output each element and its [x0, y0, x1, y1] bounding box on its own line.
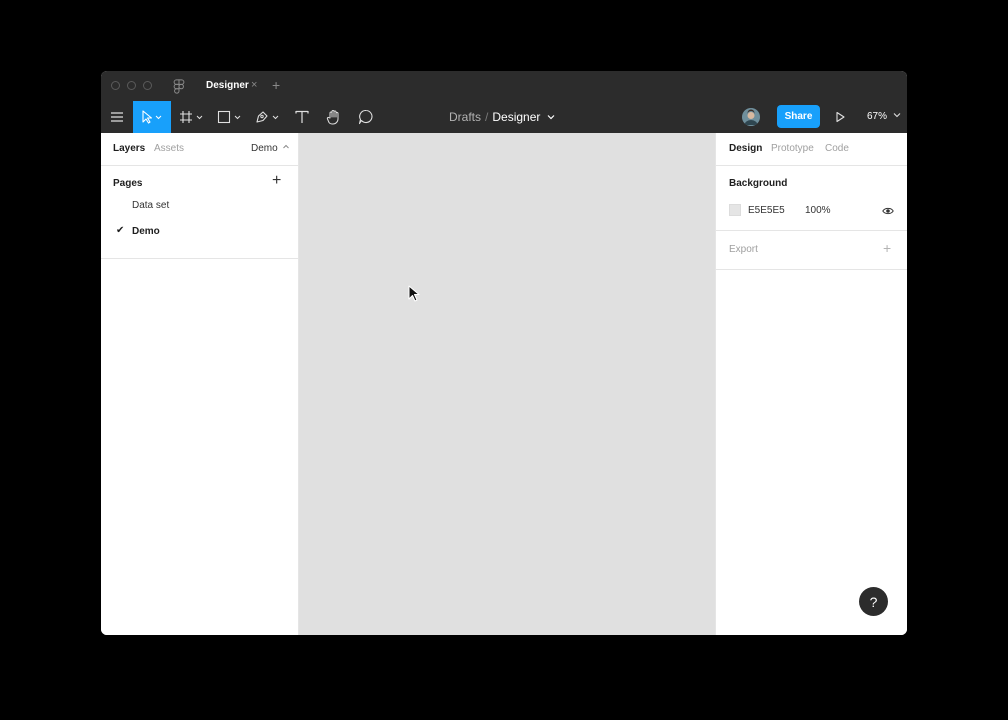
main-menu-button[interactable]: [101, 101, 133, 133]
breadcrumb-team[interactable]: Drafts: [449, 110, 481, 124]
move-tool-button[interactable]: [133, 101, 171, 133]
background-title: Background: [729, 178, 788, 189]
maximize-window-button[interactable]: [143, 81, 152, 90]
zoom-dropdown[interactable]: 67%: [867, 111, 901, 122]
export-title: Export: [729, 244, 758, 255]
minimize-window-button[interactable]: [127, 81, 136, 90]
hand-icon: [326, 110, 339, 125]
export-section: Export +: [716, 231, 907, 270]
page-item-data-set[interactable]: Data set: [101, 196, 298, 218]
checkmark-icon: ✔: [116, 225, 125, 236]
help-button[interactable]: ?: [859, 587, 888, 616]
tab-close-icon[interactable]: ×: [251, 79, 257, 91]
avatar[interactable]: [742, 108, 760, 126]
page-item-demo[interactable]: ✔ Demo: [101, 222, 298, 244]
hamburger-icon: [111, 112, 123, 122]
figma-logo-icon[interactable]: [173, 79, 185, 95]
title-bar: Designer × +: [101, 71, 907, 102]
chevron-down-icon[interactable]: [547, 113, 555, 121]
pages-title: Pages: [113, 178, 143, 189]
tab-code[interactable]: Code: [825, 143, 849, 154]
tab-designer[interactable]: Designer ×: [193, 71, 267, 101]
close-window-button[interactable]: [111, 81, 120, 90]
frame-icon: [180, 111, 203, 123]
pen-tool-button[interactable]: [253, 101, 283, 133]
add-export-icon[interactable]: +: [883, 240, 891, 256]
chevron-down-icon: [893, 113, 901, 118]
background-hex-input[interactable]: E5E5E5: [748, 205, 785, 216]
user-avatar-icon: [742, 108, 760, 126]
figma-window: Designer × + Drafts / Designer Share 67%…: [101, 71, 907, 635]
eye-icon[interactable]: [882, 206, 894, 216]
background-opacity-input[interactable]: 100%: [805, 205, 831, 216]
background-color-swatch[interactable]: [729, 204, 741, 216]
comment-tool-button[interactable]: [355, 101, 377, 133]
breadcrumb-separator: /: [485, 110, 489, 124]
current-page-label: Demo: [251, 143, 278, 154]
pen-icon: [256, 111, 279, 123]
new-tab-icon[interactable]: +: [272, 77, 280, 93]
page-item-label: Data set: [132, 200, 170, 211]
breadcrumb: Drafts / Designer: [449, 110, 555, 124]
tab-layers[interactable]: Layers: [113, 143, 145, 154]
file-name[interactable]: Designer: [492, 110, 540, 124]
design-canvas[interactable]: [299, 133, 715, 635]
move-cursor-icon: [142, 110, 162, 124]
properties-panel: Design Prototype Code Background E5E5E5 …: [715, 133, 907, 635]
mouse-cursor-icon: [408, 285, 420, 302]
add-page-icon[interactable]: +: [272, 172, 281, 190]
text-icon: [295, 110, 309, 123]
tab-design[interactable]: Design: [729, 143, 762, 154]
toolbar: Drafts / Designer Share 67%: [101, 101, 907, 133]
zoom-label: 67%: [867, 111, 888, 122]
frame-tool-button[interactable]: [177, 101, 207, 133]
tab-label: Designer: [206, 80, 249, 91]
left-panel-tabs: Layers Assets Demo: [101, 133, 298, 166]
present-play-icon[interactable]: [835, 111, 845, 123]
page-item-label: Demo: [132, 226, 160, 237]
page-select-dropdown[interactable]: Demo: [251, 143, 290, 154]
shape-tool-button[interactable]: [215, 101, 245, 133]
comment-icon: [358, 109, 373, 125]
chevron-up-icon: [283, 144, 290, 149]
hand-tool-button[interactable]: [323, 101, 345, 133]
pages-section: Pages + Data set ✔ Demo: [101, 166, 298, 259]
share-button[interactable]: Share: [777, 105, 820, 128]
text-tool-button[interactable]: [291, 101, 313, 133]
background-section: Background E5E5E5 100%: [716, 166, 907, 231]
tab-assets[interactable]: Assets: [154, 143, 184, 154]
rectangle-icon: [217, 110, 241, 124]
right-panel-tabs: Design Prototype Code: [716, 133, 907, 166]
layers-panel: Layers Assets Demo Pages + Data set ✔ De…: [101, 133, 299, 635]
tab-prototype[interactable]: Prototype: [771, 143, 814, 154]
